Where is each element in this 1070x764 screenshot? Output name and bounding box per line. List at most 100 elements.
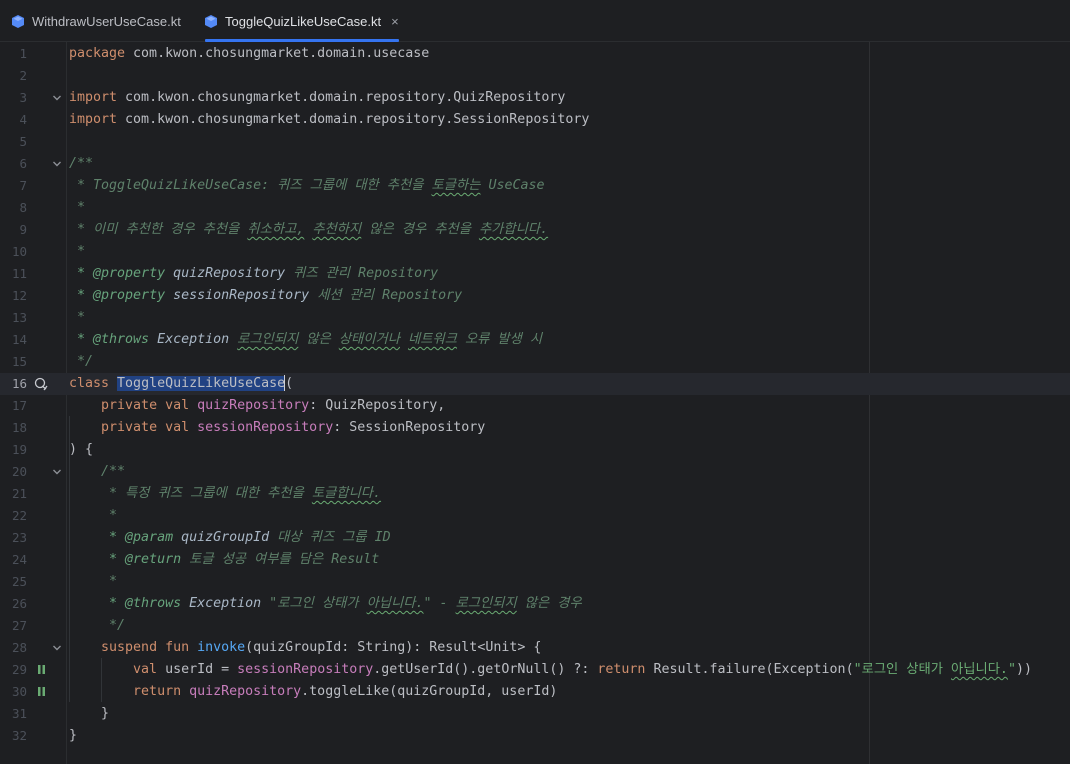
code-token: * @property	[77, 288, 166, 303]
code-line[interactable]: 8 *	[0, 197, 1070, 219]
line-number[interactable]: 16	[0, 373, 27, 395]
code-token: return	[597, 662, 654, 677]
line-number[interactable]: 13	[0, 307, 27, 329]
code-text: /**	[69, 461, 125, 483]
code-line[interactable]: 21 * 특정 퀴즈 그룹에 대한 추천을 토글합니다.	[0, 483, 1070, 505]
code-line[interactable]: 3 import com.kwon.chosungmarket.domain.re…	[0, 87, 1070, 109]
class-implementations-icon[interactable]	[33, 373, 49, 395]
code-token: */	[69, 618, 126, 633]
code-token: Result.failure(Exception(	[653, 662, 854, 677]
suspend-call-icon[interactable]	[36, 659, 48, 681]
code-token: }	[69, 706, 110, 721]
code-line[interactable]: 12 * @property sessionRepository 세션 관리 R…	[0, 285, 1070, 307]
line-number[interactable]: 7	[0, 175, 27, 197]
line-number[interactable]: 12	[0, 285, 27, 307]
code-token: 네트워크	[408, 332, 457, 347]
code-line[interactable]: 15 */	[0, 351, 1070, 373]
line-number[interactable]: 26	[0, 593, 27, 615]
code-line[interactable]: 13 *	[0, 307, 1070, 329]
code-token: ) {	[69, 442, 94, 457]
fold-arrow-icon[interactable]	[52, 637, 62, 659]
line-number[interactable]: 25	[0, 571, 27, 593]
line-number[interactable]: 28	[0, 637, 27, 659]
close-icon[interactable]: ×	[391, 14, 399, 29]
tab-toggle-quiz-like-use-case[interactable]: ToggleQuizLikeUseCase.kt ×	[205, 0, 399, 42]
code-token: quizGroupId	[173, 530, 270, 545]
line-number[interactable]: 20	[0, 461, 27, 483]
code-line[interactable]: 7 * ToggleQuizLikeUseCase: 퀴즈 그룹에 대한 추천을…	[0, 175, 1070, 197]
code-line[interactable]: 25 *	[0, 571, 1070, 593]
code-text: * @property sessionRepository 세션 관리 Repo…	[69, 285, 462, 307]
line-number[interactable]: 5	[0, 131, 27, 153]
code-line[interactable]: 29 val userId = sessionRepository.getUse…	[0, 659, 1070, 681]
code-line[interactable]: 9 * 이미 추천한 경우 추천을 취소하고, 추천하지 않은 경우 추천을 추…	[0, 219, 1070, 241]
code-line[interactable]: 5	[0, 131, 1070, 153]
line-number[interactable]: 27	[0, 615, 27, 637]
code-line[interactable]: 31 }	[0, 703, 1070, 725]
line-number[interactable]: 6	[0, 153, 27, 175]
code-token: * @throws	[109, 596, 182, 611]
fold-arrow-icon[interactable]	[52, 461, 62, 483]
code-token: quizRepository	[189, 684, 302, 699]
code-token: 않은	[298, 332, 339, 347]
code-line[interactable]: 11 * @property quizRepository 퀴즈 관리 Repo…	[0, 263, 1070, 285]
line-number[interactable]: 10	[0, 241, 27, 263]
line-number[interactable]: 2	[0, 65, 27, 87]
fold-arrow-icon[interactable]	[52, 87, 62, 109]
line-number[interactable]: 14	[0, 329, 27, 351]
line-number[interactable]: 4	[0, 109, 27, 131]
line-number[interactable]: 30	[0, 681, 27, 703]
code-line[interactable]: 28 suspend fun invoke(quizGroupId: Strin…	[0, 637, 1070, 659]
code-text: suspend fun invoke(quizGroupId: String):…	[69, 637, 541, 659]
code-line[interactable]: 27 */	[0, 615, 1070, 637]
code-line[interactable]: 20 /**	[0, 461, 1070, 483]
code-line[interactable]: 1 package com.kwon.chosungmarket.domain.u…	[0, 43, 1070, 65]
line-number[interactable]: 32	[0, 725, 27, 747]
code-line[interactable]: 16 class ToggleQuizLikeUseCase(	[0, 373, 1070, 395]
code-text: */	[69, 615, 125, 637]
fold-arrow-icon[interactable]	[52, 153, 62, 175]
line-number[interactable]: 18	[0, 417, 27, 439]
code-line[interactable]: 10 *	[0, 241, 1070, 263]
code-text: * ToggleQuizLikeUseCase: 퀴즈 그룹에 대한 추천을 토…	[69, 175, 544, 197]
code-line[interactable]: 24 * @return 토글 성공 여부를 담은 Result	[0, 549, 1070, 571]
code-line[interactable]: 23 * @param quizGroupId 대상 퀴즈 그룹 ID	[0, 527, 1070, 549]
line-number[interactable]: 17	[0, 395, 27, 417]
line-number[interactable]: 29	[0, 659, 27, 681]
line-number[interactable]: 21	[0, 483, 27, 505]
tab-withdraw-user-use-case[interactable]: WithdrawUserUseCase.kt	[12, 0, 181, 42]
code-line[interactable]: 2	[0, 65, 1070, 87]
suspend-call-icon[interactable]	[36, 681, 48, 703]
code-line[interactable]: 22 *	[0, 505, 1070, 527]
code-token: *	[69, 200, 86, 215]
code-line[interactable]: 30 return quizRepository.toggleLike(quiz…	[0, 681, 1070, 703]
code-line[interactable]: 32}	[0, 725, 1070, 747]
line-number[interactable]: 24	[0, 549, 27, 571]
line-number[interactable]: 22	[0, 505, 27, 527]
code-token: 세션 관리 Repository	[309, 288, 463, 303]
code-editor[interactable]: 1 package com.kwon.chosungmarket.domain.u…	[0, 42, 1070, 764]
line-number[interactable]: 11	[0, 263, 27, 285]
code-token: import	[69, 90, 126, 105]
code-token: (quizGroupId: String): Result<Unit> {	[245, 640, 542, 655]
line-number[interactable]: 15	[0, 351, 27, 373]
line-number[interactable]: 9	[0, 219, 27, 241]
line-number[interactable]: 1	[0, 43, 27, 65]
code-line[interactable]: 18 private val sessionRepository: Sessio…	[0, 417, 1070, 439]
code-token: 않은 경우	[516, 596, 582, 611]
line-number[interactable]: 3	[0, 87, 27, 109]
code-line[interactable]: 6 /**	[0, 153, 1070, 175]
code-line[interactable]: 26 * @throws Exception "로그인 상태가 아닙니다." -…	[0, 593, 1070, 615]
code-line[interactable]: 4 import com.kwon.chosungmarket.domain.re…	[0, 109, 1070, 131]
line-number[interactable]: 23	[0, 527, 27, 549]
line-number[interactable]: 8	[0, 197, 27, 219]
code-token: " -	[423, 596, 456, 611]
code-token: : QuizRepository,	[309, 398, 446, 413]
code-text: *	[69, 571, 117, 593]
code-token: * @property	[77, 266, 166, 281]
line-number[interactable]: 31	[0, 703, 27, 725]
code-line[interactable]: 19 ) {	[0, 439, 1070, 461]
code-line[interactable]: 17 private val quizRepository: QuizRepos…	[0, 395, 1070, 417]
line-number[interactable]: 19	[0, 439, 27, 461]
code-line[interactable]: 14 * @throws Exception 로그인되지 않은 상태이거나 네트…	[0, 329, 1070, 351]
